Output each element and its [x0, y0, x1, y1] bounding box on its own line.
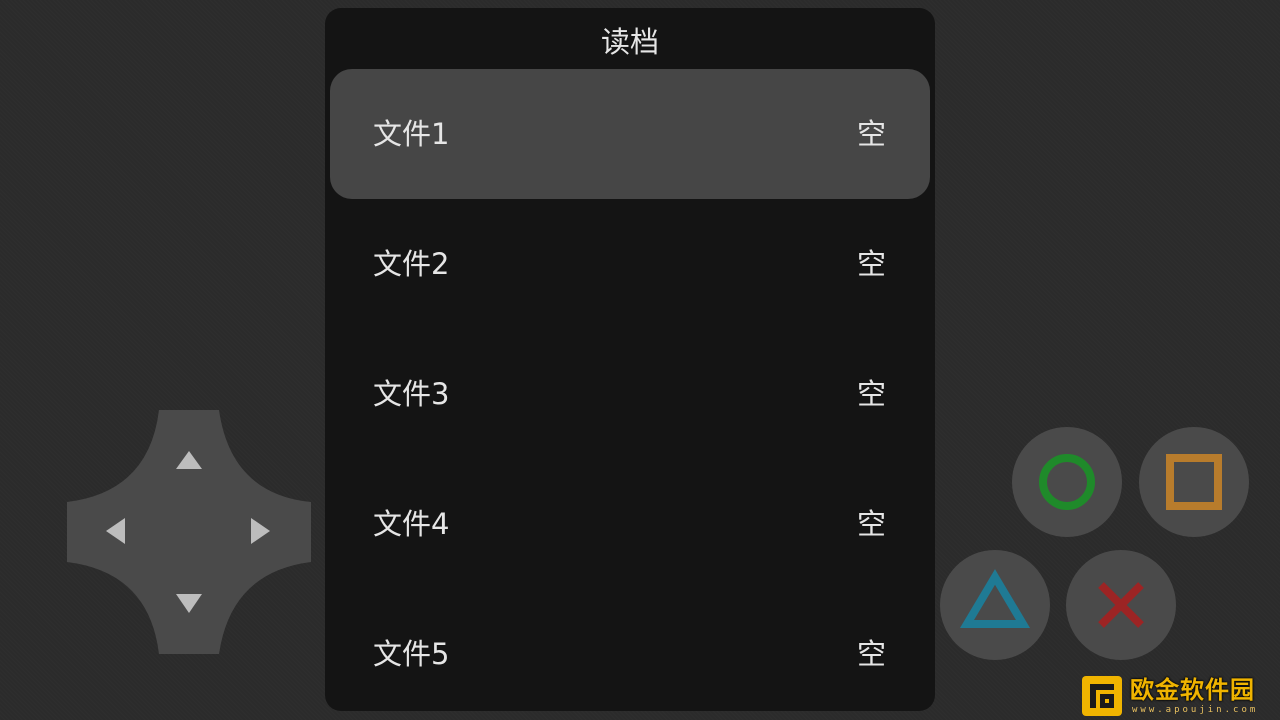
slot-name: 文件3: [373, 377, 450, 411]
arrow-left-icon: [106, 518, 125, 544]
save-slot-3[interactable]: 文件3 空: [330, 329, 930, 459]
load-dialog: 读档 文件1 空 文件2 空 文件3 空 文件4 空 文件5 空: [325, 8, 935, 711]
dpad-right-button[interactable]: [231, 502, 291, 562]
slot-name: 文件1: [373, 117, 450, 151]
save-slot-5[interactable]: 文件5 空: [330, 589, 930, 711]
slot-status: 空: [856, 637, 886, 671]
save-slot-list: 文件1 空 文件2 空 文件3 空 文件4 空 文件5 空: [330, 69, 930, 711]
watermark-logo-icon: [1082, 676, 1122, 716]
triangle-button[interactable]: [940, 550, 1050, 660]
triangle-icon: [959, 569, 1031, 628]
square-button[interactable]: [1139, 427, 1249, 537]
save-slot-1[interactable]: 文件1 空: [330, 69, 930, 199]
slot-status: 空: [856, 117, 886, 151]
slot-name: 文件2: [373, 247, 450, 281]
arrow-up-icon: [176, 451, 202, 469]
circle-icon: [1039, 454, 1095, 510]
slot-name: 文件4: [373, 507, 450, 541]
arrow-down-icon: [176, 594, 202, 613]
dialog-title: 读档: [600, 25, 659, 59]
dpad-up-button[interactable]: [159, 432, 219, 492]
watermark-url: www.apoujin.com: [1132, 705, 1259, 715]
save-slot-2[interactable]: 文件2 空: [330, 199, 930, 329]
arrow-right-icon: [251, 518, 270, 544]
watermark-text: 欧金软件园: [1130, 676, 1255, 704]
cross-icon: [1098, 582, 1144, 628]
cross-button[interactable]: [1066, 550, 1176, 660]
game-screen: 读档 文件1 空 文件2 空 文件3 空 文件4 空 文件5 空 欧金软件园 w…: [0, 0, 1280, 720]
dpad-down-button[interactable]: [159, 572, 219, 632]
dpad[interactable]: [67, 410, 311, 654]
slot-name: 文件5: [373, 637, 450, 671]
square-icon: [1166, 454, 1222, 510]
dpad-left-button[interactable]: [87, 502, 147, 562]
save-slot-4[interactable]: 文件4 空: [330, 459, 930, 589]
watermark: 欧金软件园 www.apoujin.com: [1080, 672, 1276, 718]
slot-status: 空: [856, 377, 886, 411]
slot-status: 空: [856, 247, 886, 281]
circle-button[interactable]: [1012, 427, 1122, 537]
slot-status: 空: [856, 507, 886, 541]
